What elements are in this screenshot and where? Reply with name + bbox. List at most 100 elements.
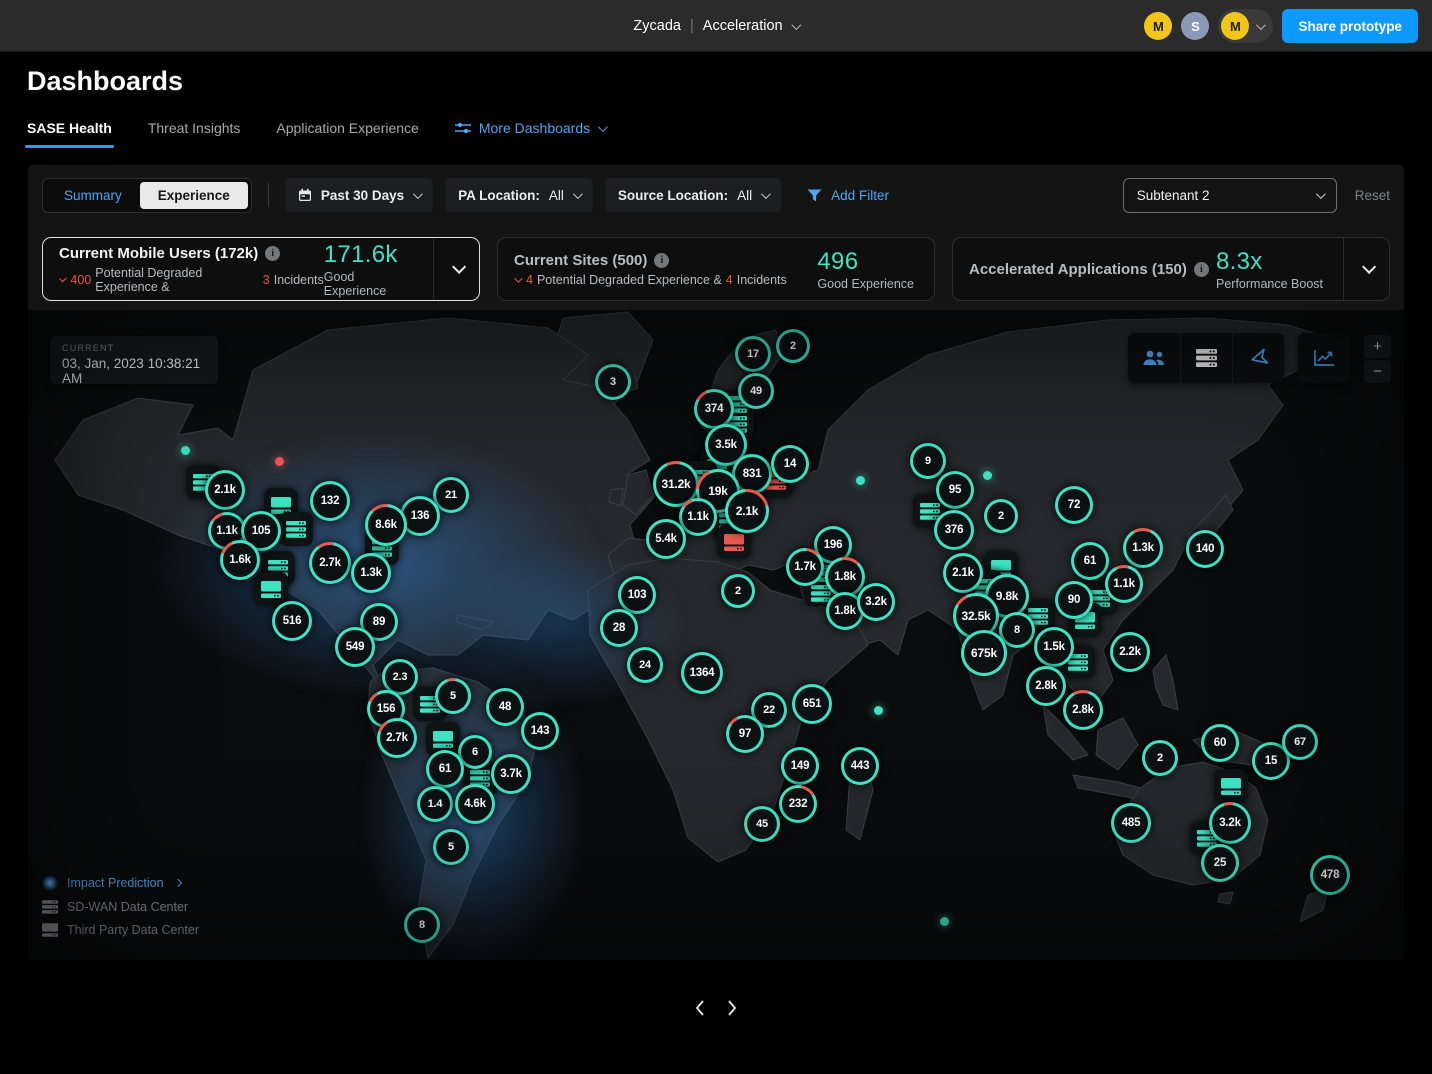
next-page-button[interactable]	[722, 998, 742, 1018]
card-accelerated-applications[interactable]: Accelerated Applications (150) 8.3x Perf…	[952, 237, 1390, 301]
map-bubble[interactable]: 45	[744, 806, 780, 842]
info-icon[interactable]	[1194, 262, 1209, 277]
map-bubble[interactable]: 675k	[961, 630, 1007, 676]
third-party-data-center-icon[interactable]	[254, 572, 288, 606]
map-bubble[interactable]: 651	[792, 684, 832, 724]
map-bubble[interactable]: 3.2k	[1209, 802, 1251, 844]
map-bubble[interactable]: 2	[721, 574, 755, 608]
source-location-dropdown[interactable]: Source Location: All	[605, 178, 781, 212]
map-bubble[interactable]: 17	[735, 336, 771, 372]
map-bubble[interactable]: 61	[426, 750, 464, 788]
info-icon[interactable]	[654, 253, 669, 268]
map-bubble[interactable]: 24	[627, 647, 663, 683]
map-bubble[interactable]: 1.4	[417, 786, 453, 822]
map-bubble[interactable]: 4.6k	[455, 784, 495, 824]
map-bubble[interactable]: 1.1k	[1105, 565, 1143, 603]
map-bubble[interactable]: 549	[335, 627, 375, 667]
map-bubble[interactable]: 2.7k	[377, 718, 417, 758]
map-bubble[interactable]: 443	[841, 747, 879, 785]
third-party-data-center-icon[interactable]	[1214, 769, 1248, 803]
map-bubble[interactable]: 25	[1201, 844, 1239, 882]
map-bubble[interactable]: 1.1k	[679, 498, 717, 536]
map-bubble[interactable]: 2	[1142, 740, 1178, 776]
sd-wan-data-center-icon[interactable]	[279, 512, 313, 546]
map-bubble[interactable]: 49	[738, 373, 774, 409]
segment-summary[interactable]: Summary	[46, 182, 140, 209]
map-bubble[interactable]: 2.1k	[943, 553, 983, 593]
map-layer-datacenters-button[interactable]	[1180, 333, 1232, 383]
map-bubble[interactable]: 2.8k	[1063, 690, 1103, 730]
map-bubble[interactable]: 3.7k	[491, 754, 531, 794]
map-bubble[interactable]: 2.8k	[1026, 666, 1066, 706]
map-bubble[interactable]: 1364	[681, 652, 723, 694]
map-bubble[interactable]: 9	[910, 443, 946, 479]
map-bubble[interactable]: 3.2k	[857, 583, 895, 621]
map-bubble[interactable]: 90	[1055, 581, 1093, 619]
map-bubble[interactable]: 143	[521, 712, 559, 750]
tab-application-experience[interactable]: Application Experience	[276, 120, 418, 148]
map-bubble[interactable]: 376	[934, 510, 974, 550]
add-filter-button[interactable]: Add Filter	[807, 188, 889, 203]
map-bubble[interactable]: 232	[779, 785, 817, 823]
zoom-in-button[interactable]: +	[1364, 335, 1391, 358]
info-icon[interactable]	[265, 246, 280, 261]
map-bubble[interactable]: 485	[1111, 803, 1151, 843]
map-bubble[interactable]: 103	[618, 576, 656, 614]
map-bubble[interactable]: 8	[404, 907, 440, 943]
card-expand-button[interactable]	[433, 238, 479, 300]
map-bubble[interactable]: 2.1k	[725, 489, 769, 533]
map-bubble[interactable]: 1.3k	[351, 553, 391, 593]
map-bubble[interactable]: 28	[600, 609, 638, 647]
avatar[interactable]: M	[1144, 12, 1172, 40]
map-bubble[interactable]: 5.4k	[646, 519, 686, 559]
legend-impact-prediction[interactable]: Impact Prediction	[42, 875, 199, 891]
map-bubble[interactable]: 48	[486, 688, 524, 726]
date-range-dropdown[interactable]: Past 30 Days	[285, 178, 433, 212]
map-bubble[interactable]: 516	[272, 601, 312, 641]
card-expand-button[interactable]	[1343, 238, 1389, 300]
map-bubble[interactable]: 140	[1186, 530, 1224, 568]
map-bubble[interactable]: 1.5k	[1034, 627, 1074, 667]
map-bubble[interactable]: 67	[1282, 724, 1318, 760]
map-bubble[interactable]: 1.3k	[1123, 528, 1163, 568]
map-bubble[interactable]: 97	[726, 715, 764, 753]
card-current-mobile-users[interactable]: Current Mobile Users (172k) 400 Potentia…	[42, 237, 480, 301]
map-bubble[interactable]: 2	[984, 499, 1018, 533]
world-map[interactable]: 2.1k132211361.1k1058.6k1.6k2.7k1.3k51689…	[28, 310, 1404, 960]
map-bubble[interactable]: 14	[771, 445, 809, 483]
zoom-out-button[interactable]: −	[1364, 360, 1391, 383]
map-bubble[interactable]: 5	[435, 678, 471, 714]
map-bubble[interactable]: 1.7k	[786, 548, 824, 586]
tab-sase-health[interactable]: SASE Health	[27, 120, 112, 148]
map-bubble[interactable]: 72	[1055, 486, 1093, 524]
map-bubble[interactable]: 2.1k	[205, 470, 245, 510]
current-user-menu[interactable]: M	[1218, 9, 1273, 43]
avatar[interactable]: S	[1181, 12, 1209, 40]
map-bubble[interactable]: 61	[1071, 542, 1109, 580]
map-bubble[interactable]: 3	[595, 364, 631, 400]
map-bubble[interactable]: 2	[776, 329, 810, 363]
map-bubble[interactable]: 2.2k	[1110, 632, 1150, 672]
reset-button[interactable]: Reset	[1355, 188, 1390, 203]
map-bubble[interactable]: 1.6k	[220, 540, 260, 580]
map-bubble[interactable]: 478	[1310, 855, 1350, 895]
pa-location-dropdown[interactable]: PA Location: All	[445, 178, 593, 212]
tab-threat-insights[interactable]: Threat Insights	[148, 120, 241, 148]
more-dashboards-menu[interactable]: More Dashboards	[455, 120, 605, 148]
map-bubble[interactable]: 2.7k	[309, 542, 351, 584]
prototype-title[interactable]: Zycada | Acceleration	[633, 0, 798, 52]
card-current-sites[interactable]: Current Sites (500) 4 Potential Degraded…	[497, 237, 935, 301]
subtenant-dropdown[interactable]: Subtenant 2	[1123, 178, 1337, 213]
map-bubble[interactable]: 95	[936, 471, 974, 509]
previous-page-button[interactable]	[690, 998, 710, 1018]
segment-experience[interactable]: Experience	[140, 182, 248, 209]
map-trend-chart-button[interactable]	[1298, 333, 1350, 383]
map-bubble[interactable]: 132	[310, 481, 350, 521]
map-bubble[interactable]: 60	[1201, 724, 1239, 762]
share-prototype-button[interactable]: Share prototype	[1282, 9, 1418, 43]
map-layer-users-button[interactable]	[1128, 333, 1180, 383]
map-layer-navigation-button[interactable]	[1232, 333, 1284, 383]
map-bubble[interactable]: 374	[694, 389, 734, 429]
map-bubble[interactable]: 8.6k	[365, 504, 407, 546]
map-bubble[interactable]: 5	[433, 829, 469, 865]
